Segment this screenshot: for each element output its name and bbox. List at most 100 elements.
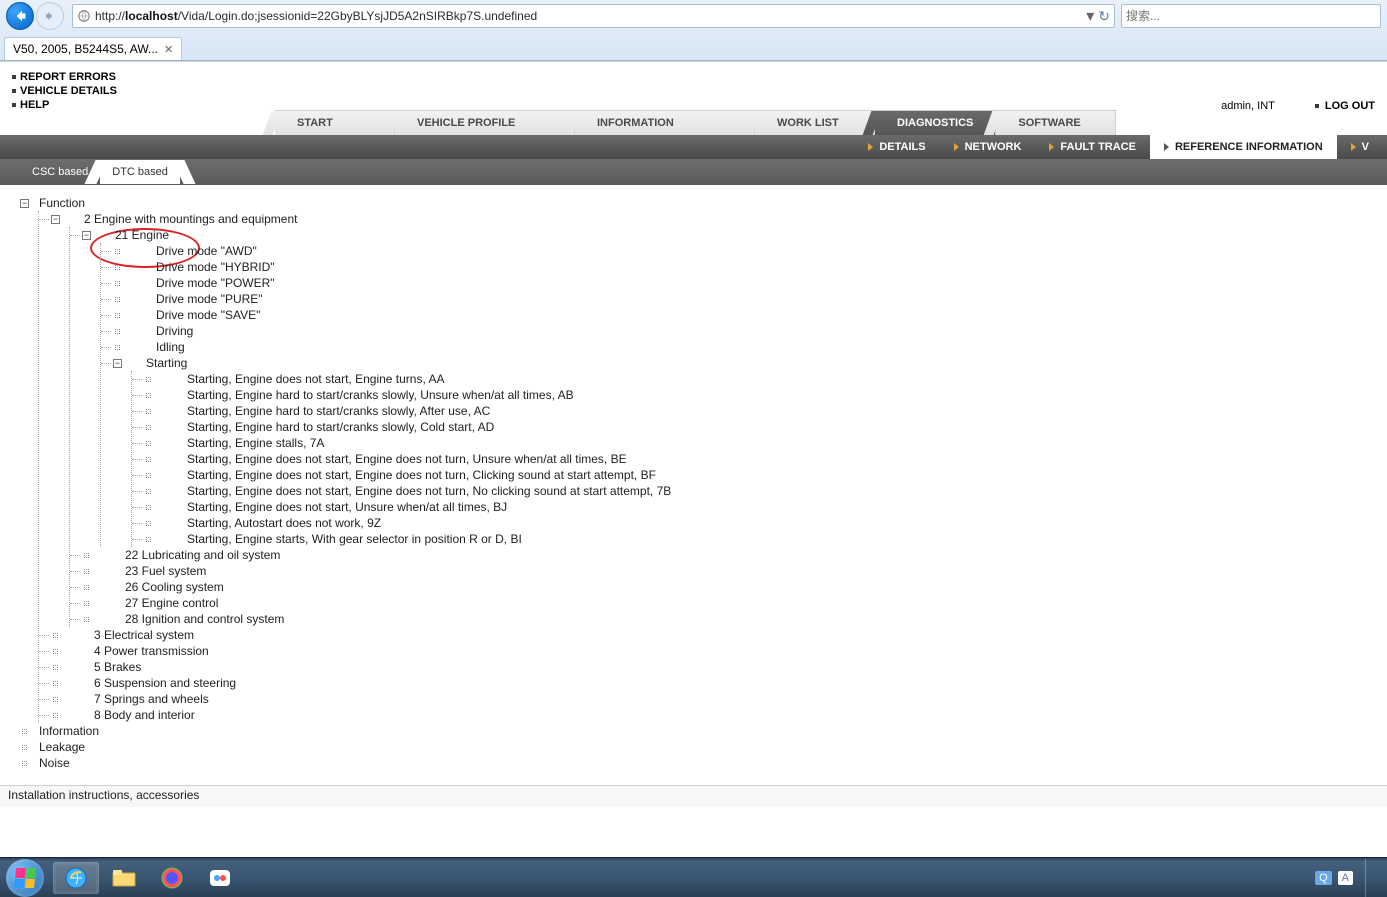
tree-label[interactable]: Drive mode "POWER" [156,275,275,291]
taskbar-item-explorer[interactable] [101,862,147,894]
tray-badge[interactable]: Q [1315,871,1332,885]
tree-node[interactable]: 22 Lubricating and oil system [70,547,1387,563]
tree-node[interactable]: Starting, Engine stalls, 7A [132,435,1387,451]
tree-label[interactable]: Starting [146,355,187,371]
crumb-tab[interactable]: DTC based [100,160,180,184]
tree-label[interactable]: Starting, Engine does not start, Engine … [187,371,445,387]
system-tray[interactable]: Q A [1315,859,1381,897]
main-tab[interactable]: START [275,110,395,135]
tree-node[interactable]: Starting, Engine does not start, Engine … [132,467,1387,483]
sub-tab[interactable]: REFERENCE INFORMATION [1150,135,1337,159]
tree-label[interactable]: 28 Ignition and control system [125,611,284,627]
tree-label[interactable]: Drive mode "HYBRID" [156,259,275,275]
tree-node[interactable]: Idling [101,339,1387,355]
header-link[interactable]: VEHICLE DETAILS [12,84,117,98]
tree-label[interactable]: Idling [156,339,185,355]
tree-node[interactable]: 8 Body and interior [39,707,1387,723]
tree-node[interactable]: Drive mode "POWER" [101,275,1387,291]
tree-label[interactable]: Starting, Engine hard to start/cranks sl… [187,403,490,419]
browser-tab[interactable]: V50, 2005, B5244S5, AW... ✕ [4,37,182,60]
tree-node[interactable]: Starting, Engine does not start, Engine … [132,483,1387,499]
back-button[interactable] [6,2,34,30]
tree-node[interactable]: Noise [20,755,1387,771]
tree-label[interactable]: Starting, Engine hard to start/cranks sl… [187,387,574,403]
tree-label[interactable]: Leakage [39,739,85,755]
tree-label[interactable]: 6 Suspension and steering [94,675,236,691]
tree-label[interactable]: Information [39,723,99,739]
close-icon[interactable]: ✕ [164,43,173,56]
taskbar-item-player[interactable] [149,862,195,894]
sub-tab[interactable]: V [1337,135,1383,159]
main-tab[interactable]: SOFTWARE [996,110,1116,135]
tree-node[interactable]: Leakage [20,739,1387,755]
taskbar-item-cloud[interactable] [197,862,243,894]
main-tab[interactable]: DIAGNOSTICS [875,110,996,135]
tree-node[interactable]: Function2 Engine with mountings and equi… [20,195,1387,723]
dropdown-icon[interactable]: ▾ [1086,6,1094,26]
tree-label[interactable]: 8 Body and interior [94,707,195,723]
tree-node[interactable]: Drive mode "AWD" [101,243,1387,259]
sub-tab[interactable]: DETAILS [854,135,939,159]
tree-label[interactable]: Starting, Engine does not start, Engine … [187,483,671,499]
tree-node[interactable]: Starting, Engine hard to start/cranks sl… [132,419,1387,435]
show-desktop-button[interactable] [1365,859,1377,897]
tree-label[interactable]: Drive mode "PURE" [156,291,263,307]
tree-node[interactable]: 2 Engine with mountings and equipment21 … [39,211,1387,627]
logout-button[interactable]: LOG OUT [1315,100,1375,112]
header-link[interactable]: REPORT ERRORS [12,70,117,84]
tree-node[interactable]: Drive mode "HYBRID" [101,259,1387,275]
tree-label[interactable]: 3 Electrical system [94,627,194,643]
tree-label[interactable]: Starting, Engine does not start, Engine … [187,467,656,483]
tree-node[interactable]: 7 Springs and wheels [39,691,1387,707]
address-bar[interactable]: http://localhost/Vida/Login.do;jsessioni… [72,4,1115,28]
tree-node[interactable]: 3 Electrical system [39,627,1387,643]
tree-node[interactable]: Starting, Engine starts, With gear selec… [132,531,1387,547]
tree-node[interactable]: 4 Power transmission [39,643,1387,659]
tree-node[interactable]: Starting, Engine hard to start/cranks sl… [132,403,1387,419]
tree-label[interactable]: Drive mode "SAVE" [156,307,260,323]
collapse-icon[interactable] [82,231,91,240]
tree-node[interactable]: 23 Fuel system [70,563,1387,579]
collapse-icon[interactable] [113,359,122,368]
tree-label[interactable]: 23 Fuel system [125,563,206,579]
collapse-icon[interactable] [51,215,60,224]
tree-node[interactable]: Starting, Autostart does not work, 9Z [132,515,1387,531]
tree-node[interactable]: Information [20,723,1387,739]
tree-node[interactable]: 21 EngineDrive mode "AWD"Drive mode "HYB… [70,227,1387,547]
tree-node[interactable]: Starting, Engine does not start, Unsure … [132,499,1387,515]
main-tab[interactable]: VEHICLE PROFILE [395,110,575,135]
forward-button[interactable] [36,2,64,30]
tree-label[interactable]: 27 Engine control [125,595,218,611]
tree-label[interactable]: 4 Power transmission [94,643,209,659]
tree-node[interactable]: Driving [101,323,1387,339]
start-button[interactable] [6,859,44,897]
tree-label[interactable]: Noise [39,755,70,771]
collapse-icon[interactable] [20,199,29,208]
sub-tab[interactable]: NETWORK [940,135,1036,159]
tree-label[interactable]: Drive mode "AWD" [156,243,257,259]
tree-label[interactable]: 5 Brakes [94,659,141,675]
function-tree[interactable]: Function2 Engine with mountings and equi… [0,185,1387,785]
tree-node[interactable]: Starting, Engine hard to start/cranks sl… [132,387,1387,403]
tree-label[interactable]: Driving [156,323,193,339]
tree-node[interactable]: StartingStarting, Engine does not start,… [101,355,1387,547]
tree-label[interactable]: Function [39,195,85,211]
tree-node[interactable]: Starting, Engine does not start, Engine … [132,451,1387,467]
tree-label[interactable]: 26 Cooling system [125,579,224,595]
tree-label[interactable]: Starting, Engine starts, With gear selec… [187,531,522,547]
tree-label[interactable]: Starting, Engine stalls, 7A [187,435,324,451]
tree-label[interactable]: 21 Engine [115,227,169,243]
tree-node[interactable]: 28 Ignition and control system [70,611,1387,627]
browser-search-input[interactable] [1121,4,1381,28]
main-tab[interactable]: INFORMATION [575,110,755,135]
tree-label[interactable]: Starting, Autostart does not work, 9Z [187,515,381,531]
tree-node[interactable]: 5 Brakes [39,659,1387,675]
tree-node[interactable]: 26 Cooling system [70,579,1387,595]
tree-node[interactable]: Drive mode "SAVE" [101,307,1387,323]
tree-label[interactable]: Starting, Engine does not start, Engine … [187,451,627,467]
tree-node[interactable]: 27 Engine control [70,595,1387,611]
tree-node[interactable]: Starting, Engine does not start, Engine … [132,371,1387,387]
tree-label[interactable]: 7 Springs and wheels [94,691,209,707]
tree-label[interactable]: 22 Lubricating and oil system [125,547,280,563]
tree-node[interactable]: 6 Suspension and steering [39,675,1387,691]
